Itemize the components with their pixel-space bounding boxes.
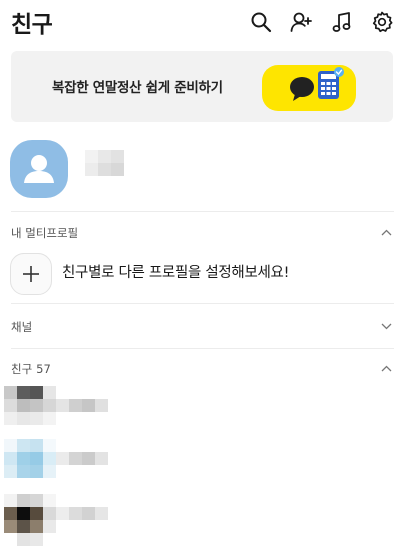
my-profile-row[interactable] [0, 130, 400, 210]
blurred-avatar [4, 399, 17, 412]
blurred-name [95, 507, 108, 520]
list-item[interactable] [0, 437, 400, 493]
blurred-avatar [43, 465, 56, 478]
section-channel[interactable]: 채널 [0, 313, 400, 341]
blurred-avatar [30, 533, 43, 546]
blurred-avatar [43, 494, 56, 507]
friend-count: 57 [36, 362, 51, 376]
blurred-avatar [43, 520, 56, 533]
blurred-name [69, 452, 82, 465]
page-title: 친구 [11, 12, 53, 38]
list-item[interactable] [0, 384, 400, 440]
multi-profile-prompt: 친구별로 다른 프로필을 설정해보세요! [62, 265, 290, 281]
section-multi-profile[interactable]: 내 멀티프로필 [0, 219, 400, 247]
add-friend-icon[interactable] [289, 10, 313, 34]
blurred-avatar [30, 507, 43, 520]
blurred-name [56, 507, 69, 520]
section-title: 친구 [11, 362, 33, 376]
blurred-avatar [43, 386, 56, 399]
blurred-avatar [4, 494, 17, 507]
blurred-avatar [4, 412, 17, 425]
blurred-avatar [30, 399, 43, 412]
blurred-avatar [17, 533, 30, 546]
blurred-avatar [4, 507, 17, 520]
avatar [10, 140, 68, 198]
top-bar: 친구 [0, 0, 400, 46]
section-label: 내 멀티프로필 [11, 226, 79, 240]
list-item[interactable] [0, 492, 400, 548]
blurred-name [69, 399, 82, 412]
blurred-name [95, 452, 108, 465]
chevron-up-icon [381, 229, 392, 236]
blurred-avatar [30, 465, 43, 478]
blurred-avatar [43, 507, 56, 520]
section-label: 친구 57 [11, 361, 51, 377]
blurred-avatar [30, 520, 43, 533]
section-friends[interactable]: 친구 57 [0, 355, 400, 383]
blurred-avatar [4, 439, 17, 452]
blurred-name [111, 150, 124, 163]
blurred-avatar [17, 399, 30, 412]
blurred-name [85, 163, 98, 176]
blurred-name [95, 399, 108, 412]
blurred-name [82, 507, 95, 520]
chevron-up-icon [381, 365, 392, 372]
blurred-avatar [17, 494, 30, 507]
blurred-name [98, 163, 111, 176]
blurred-avatar [17, 412, 30, 425]
divider [11, 348, 394, 349]
blurred-avatar [17, 465, 30, 478]
blurred-avatar [30, 439, 43, 452]
blurred-name [85, 150, 98, 163]
blurred-avatar [17, 439, 30, 452]
blurred-name [69, 507, 82, 520]
chevron-down-icon [381, 323, 392, 330]
blurred-name [82, 399, 95, 412]
blurred-name [82, 452, 95, 465]
divider [11, 211, 394, 212]
add-multi-profile-row[interactable]: 친구별로 다른 프로필을 설정해보세요! [0, 248, 400, 296]
banner-text: 복잡한 연말정산 쉽게 준비하기 [52, 80, 223, 96]
blurred-name [56, 452, 69, 465]
blurred-avatar [30, 386, 43, 399]
chat-calculator-icon [262, 65, 356, 115]
music-icon[interactable] [330, 10, 354, 34]
blurred-avatar [43, 439, 56, 452]
blurred-avatar [4, 520, 17, 533]
blurred-avatar [4, 465, 17, 478]
blurred-avatar [30, 452, 43, 465]
blurred-name [56, 399, 69, 412]
ad-banner[interactable]: 복잡한 연말정산 쉽게 준비하기 [11, 51, 393, 122]
blurred-avatar [43, 452, 56, 465]
divider [11, 303, 394, 304]
section-label: 채널 [11, 320, 33, 334]
blurred-avatar [43, 399, 56, 412]
blurred-avatar [17, 507, 30, 520]
search-icon[interactable] [249, 10, 273, 34]
blurred-avatar [17, 452, 30, 465]
blurred-avatar [4, 452, 17, 465]
blurred-avatar [17, 520, 30, 533]
blurred-name [111, 163, 124, 176]
blurred-avatar [30, 494, 43, 507]
blurred-avatar [4, 386, 17, 399]
settings-icon[interactable] [370, 10, 394, 34]
blurred-name [98, 150, 111, 163]
plus-icon [10, 253, 52, 295]
blurred-avatar [43, 412, 56, 425]
blurred-avatar [30, 412, 43, 425]
blurred-avatar [17, 386, 30, 399]
